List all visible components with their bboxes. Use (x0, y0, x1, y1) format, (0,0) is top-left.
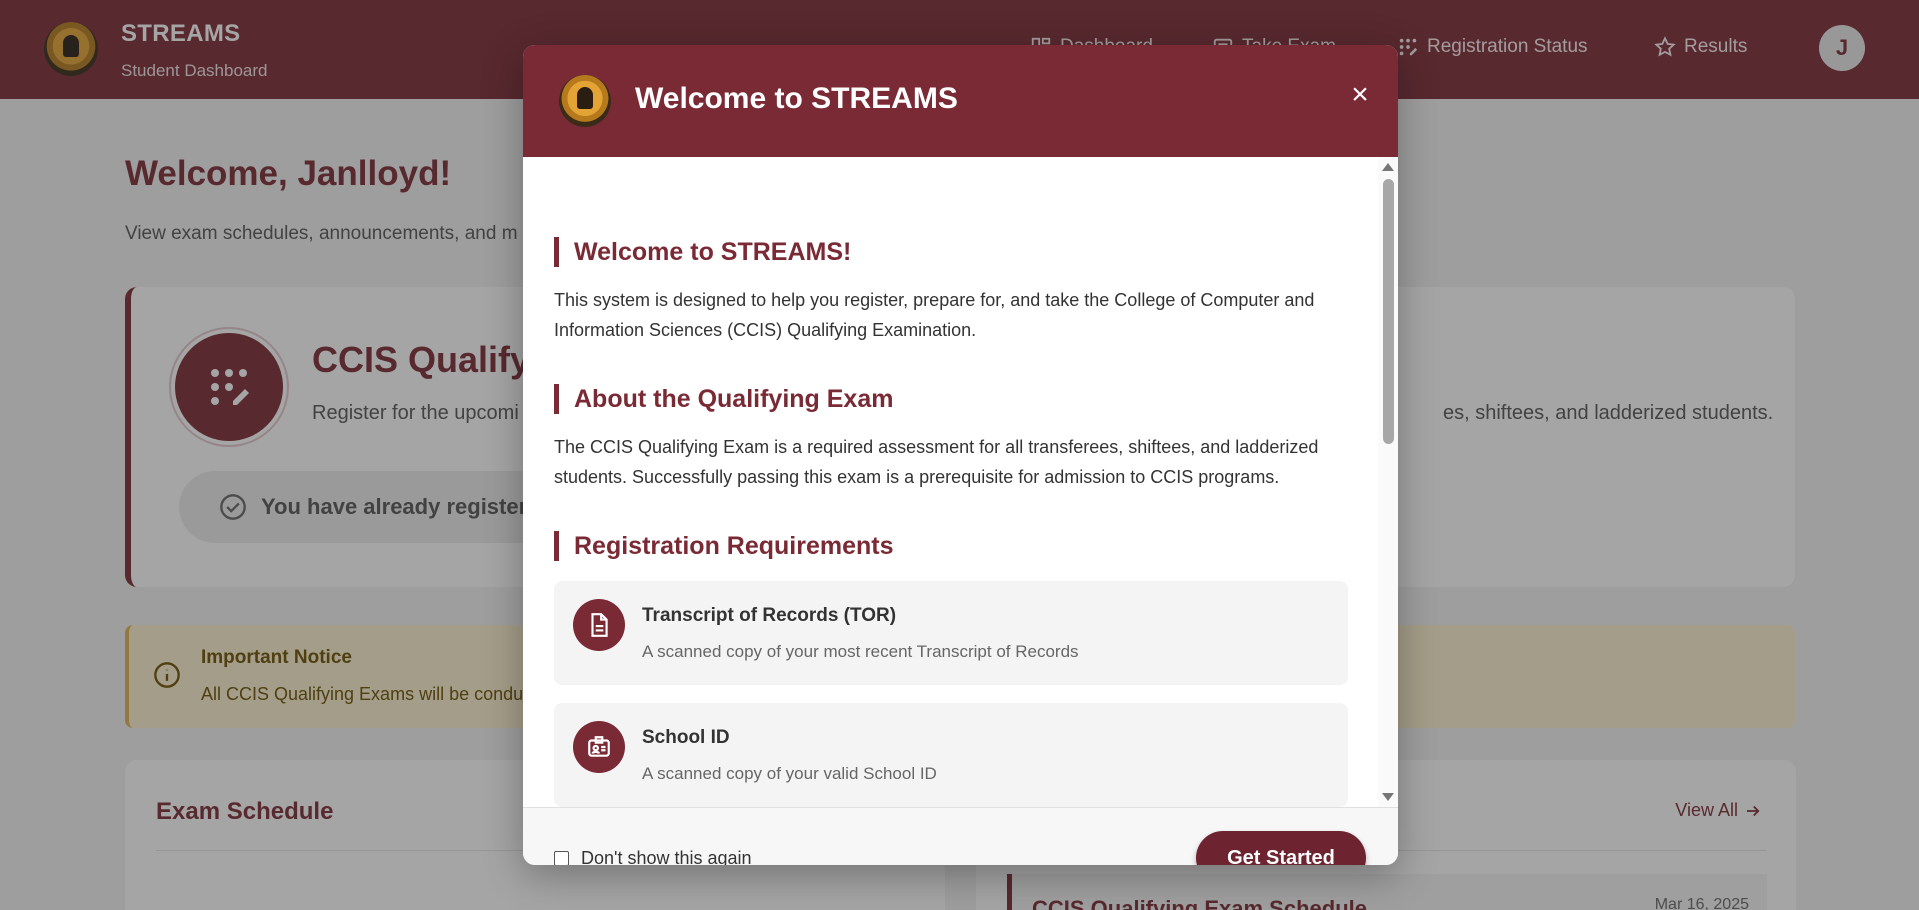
section-text-about: The CCIS Qualifying Exam is a required a… (554, 437, 1319, 487)
section-heading-welcome: Welcome to STREAMS! (554, 237, 851, 267)
divider (523, 807, 1398, 808)
requirement-item: School ID A scanned copy of your valid S… (554, 703, 1348, 807)
section-heading-about: About the Qualifying Exam (554, 384, 893, 414)
requirement-desc: A scanned copy of your most recent Trans… (642, 642, 1079, 661)
checkbox-box[interactable] (554, 851, 569, 865)
modal-scrollbar[interactable] (1378, 157, 1398, 807)
scroll-down-arrow-icon[interactable] (1382, 793, 1394, 801)
scroll-up-arrow-icon[interactable] (1382, 163, 1394, 171)
streams-logo (559, 75, 611, 127)
welcome-modal: Welcome to STREAMS × Welcome to STREAMS!… (523, 45, 1398, 865)
get-started-button[interactable]: Get Started (1196, 831, 1366, 865)
document-icon (573, 599, 625, 651)
close-icon[interactable]: × (1346, 80, 1374, 110)
scroll-thumb[interactable] (1383, 179, 1394, 444)
id-card-icon (573, 721, 625, 773)
requirement-title: School ID (642, 727, 730, 748)
dont-show-again-checkbox[interactable]: Don't show this again (554, 848, 752, 865)
modal-body[interactable]: Welcome to STREAMS! This system is desig… (523, 157, 1398, 807)
modal-footer: Don't show this again Get Started (523, 807, 1398, 865)
dont-show-again-label: Don't show this again (581, 848, 752, 865)
requirement-item: Transcript of Records (TOR) A scanned co… (554, 581, 1348, 685)
requirement-desc: A scanned copy of your valid School ID (642, 764, 937, 783)
requirement-title: Transcript of Records (TOR) (642, 605, 897, 626)
modal-title: Welcome to STREAMS (635, 82, 958, 115)
section-text-welcome: This system is designed to help you regi… (554, 290, 1315, 340)
modal-header: Welcome to STREAMS × (523, 45, 1398, 157)
section-heading-requirements: Registration Requirements (554, 531, 894, 561)
